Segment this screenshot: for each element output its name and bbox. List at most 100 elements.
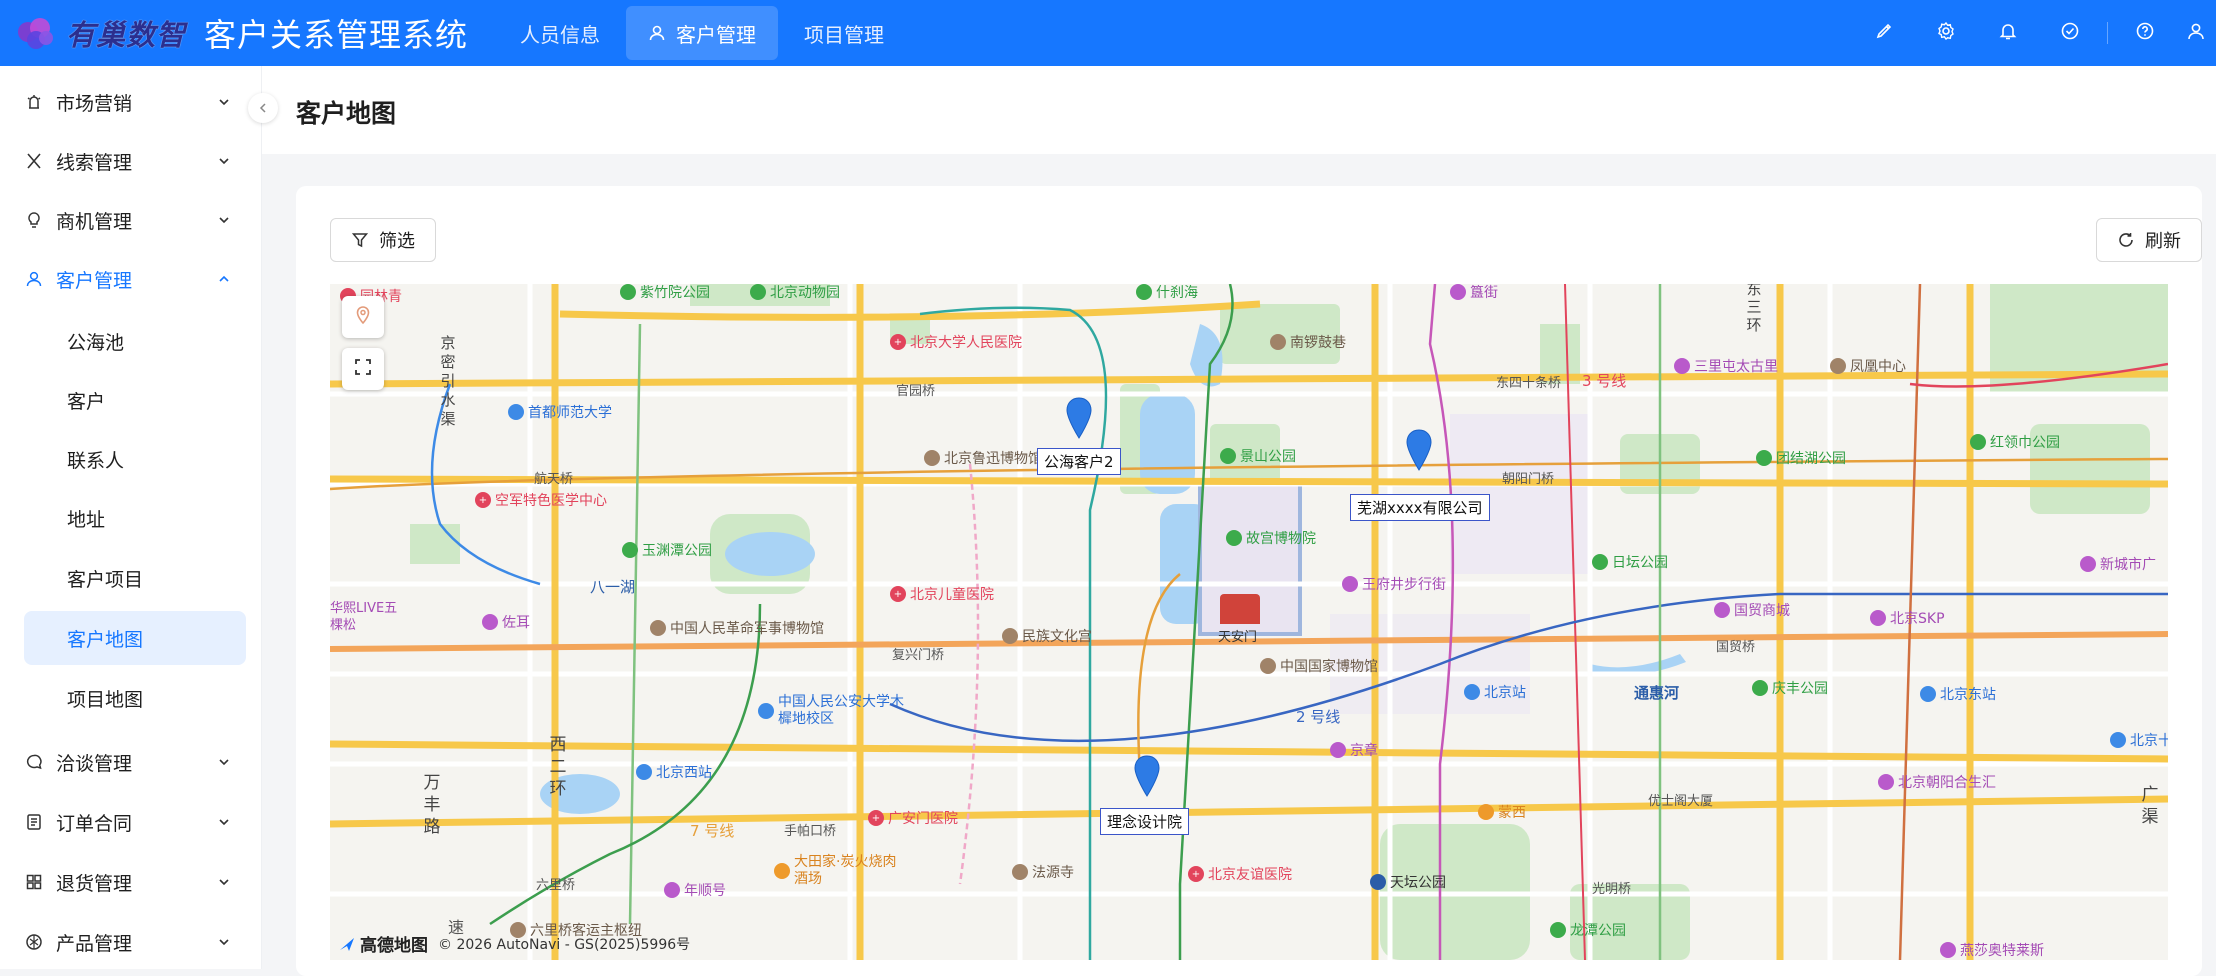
tiananmen-icon <box>1220 594 1260 624</box>
tab-project-management[interactable]: 项目管理 <box>782 6 906 60</box>
sidebar-subitem-address[interactable]: 地址 <box>24 491 246 545</box>
tasks-button[interactable] <box>2039 0 2101 66</box>
poi[interactable]: 北京SKP <box>1870 608 1945 628</box>
poi[interactable]: 紫竹院公园 <box>620 284 710 302</box>
sidebar-item-customers[interactable]: 客户管理 <box>24 251 234 307</box>
poi[interactable]: 庆丰公园 <box>1752 678 1828 698</box>
poi[interactable]: 玉渊潭公园 <box>622 540 712 560</box>
sidebar-item-negotiation[interactable]: 洽谈管理 <box>24 734 234 790</box>
sidebar-item-orders[interactable]: 订单合同 <box>24 794 234 850</box>
sidebar-item-returns[interactable]: 退货管理 <box>24 854 234 910</box>
sidebar-item-marketing[interactable]: 市场营销 <box>24 74 234 130</box>
road-label: 万丰路 <box>423 773 441 837</box>
settings-button[interactable] <box>1915 0 1977 66</box>
poi[interactable]: 龙潭公园 <box>1550 920 1626 940</box>
locate-button[interactable] <box>342 296 384 338</box>
poi[interactable]: 凤凰中心 <box>1830 356 1906 376</box>
submenu-label: 联系人 <box>67 449 125 472</box>
help-button[interactable] <box>2114 0 2176 66</box>
poi[interactable]: 簋街 <box>1450 284 1498 302</box>
sidebar-subitem-customer-projects[interactable]: 客户项目 <box>24 551 246 605</box>
poi[interactable]: 法源寺 <box>1012 862 1074 882</box>
building-label: 优士阁大厦 <box>1648 794 1714 809</box>
tab-personnel[interactable]: 人员信息 <box>498 6 622 60</box>
attribution-text: © 2026 AutoNavi - GS(2025)5996号 <box>438 936 691 953</box>
sidebar-item-products[interactable]: 产品管理 <box>24 914 234 970</box>
poi[interactable]: 王府井步行街 <box>1342 574 1446 594</box>
road-label: 广渠 <box>2141 785 2159 827</box>
poi[interactable]: 年顺号 <box>664 880 726 900</box>
customer-map[interactable]: 园林青 紫竹院公园 北京动物园 什刹海 簋街 +北京大学人民医院 南锣鼓巷 三里… <box>330 284 2168 960</box>
menu-label: 产品管理 <box>56 932 133 955</box>
fullscreen-button[interactable] <box>342 348 384 390</box>
road-label: 手帕口桥 <box>784 824 837 839</box>
poi[interactable]: 国贸商城 <box>1714 600 1790 620</box>
user-menu-button[interactable] <box>2176 0 2216 66</box>
sidebar-subitem-public-pool[interactable]: 公海池 <box>24 314 246 368</box>
poi[interactable]: 什刹海 <box>1136 284 1198 302</box>
poi[interactable]: 北京西站 <box>636 762 712 782</box>
poi[interactable]: 日坛公园 <box>1592 552 1668 572</box>
lake-label: 八一湖 <box>590 578 636 596</box>
subway-label: 3 号线 <box>1582 372 1627 390</box>
map-marker[interactable] <box>1064 396 1094 440</box>
poi[interactable]: 佐耳 <box>482 612 530 632</box>
refresh-button[interactable]: 刷新 <box>2096 218 2202 262</box>
marker-label[interactable]: 芜湖xxxx有限公司 <box>1350 494 1490 521</box>
brush-button[interactable] <box>1853 0 1915 66</box>
poi[interactable]: 大田家·炭火烧肉酒场 <box>774 854 904 888</box>
marker-label[interactable]: 理念设计院 <box>1100 808 1190 835</box>
sidebar-subitem-project-map[interactable]: 项目地图 <box>24 671 246 725</box>
poi[interactable]: + 北京友谊医院 <box>1188 864 1292 884</box>
menu-label: 商机管理 <box>56 210 133 233</box>
poi[interactable]: 北京朝阳合生汇 <box>1878 772 1996 792</box>
sidebar-item-opportunities[interactable]: 商机管理 <box>24 192 234 248</box>
marker-label[interactable]: 公海客户2 <box>1037 448 1121 475</box>
poi[interactable]: 南锣鼓巷 <box>1270 332 1346 352</box>
poi[interactable]: 中国人民公安大学木樨地校区 <box>758 694 908 728</box>
poi[interactable]: 故宫博物院 <box>1226 528 1316 548</box>
sidebar-subitem-customer-map[interactable]: 客户地图 <box>24 611 246 665</box>
gear-icon <box>1936 21 1956 45</box>
product-icon <box>24 932 44 952</box>
poi[interactable]: 蒙西 <box>1478 802 1526 822</box>
tab-customer-management[interactable]: 客户管理 <box>626 6 779 60</box>
poi[interactable]: 民族文化宫 <box>1002 626 1092 646</box>
poi[interactable]: 景山公园 <box>1220 446 1296 466</box>
poi[interactable]: 京章 <box>1330 740 1378 760</box>
poi[interactable]: 中国国家博物馆 <box>1260 656 1378 676</box>
map-marker[interactable] <box>1404 428 1434 472</box>
poi[interactable]: 北京十 <box>2110 730 2168 750</box>
poi[interactable]: + 北京大学人民医院 <box>890 332 1022 352</box>
poi[interactable]: 中国人民革命军事博物馆 <box>650 618 824 638</box>
poi[interactable]: 北京鲁迅博物馆 <box>924 448 1042 468</box>
brush-icon <box>1874 21 1894 45</box>
poi[interactable]: 新城市广 <box>2080 554 2156 574</box>
header-actions <box>1853 0 2216 66</box>
sidebar-item-leads[interactable]: 线索管理 <box>24 133 234 189</box>
app-title: 客户关系管理系统 <box>204 16 469 54</box>
notifications-button[interactable] <box>1977 0 2039 66</box>
subway-label: 7 号线 <box>690 822 735 840</box>
poi[interactable]: + 广安门医院 <box>868 808 958 828</box>
road-label: 六里桥 <box>536 878 576 893</box>
poi[interactable]: 北京东站 <box>1920 684 1996 704</box>
poi[interactable]: 天坛公园 <box>1370 872 1446 892</box>
poi[interactable]: 红领巾公园 <box>1970 432 2060 452</box>
bulb-icon <box>24 210 44 230</box>
poi[interactable]: 燕莎奥特莱斯 <box>1940 940 2044 960</box>
poi[interactable]: 北京动物园 <box>750 284 840 302</box>
collapse-sidebar-button[interactable] <box>248 93 278 123</box>
sidebar-subitem-contacts[interactable]: 联系人 <box>24 432 246 486</box>
poi[interactable]: 三里屯太古里 <box>1674 356 1778 376</box>
poi[interactable]: 北京站 <box>1464 682 1526 702</box>
poi-label: 天安门 <box>1218 630 1258 645</box>
sidebar-subitem-customer[interactable]: 客户 <box>24 373 246 427</box>
poi[interactable]: 团结湖公园 <box>1756 448 1846 468</box>
poi[interactable]: + 空军特色医学中心 <box>475 490 607 510</box>
filter-button[interactable]: 筛选 <box>330 218 436 262</box>
sidebar: 市场营销 线索管理 商机管理 客户管理 公海池 客户 联系人 地址 客户项目 客… <box>0 66 262 969</box>
map-marker[interactable] <box>1132 754 1162 798</box>
poi[interactable]: + 北京儿童医院 <box>890 584 994 604</box>
poi[interactable]: 首都师范大学 <box>508 402 612 422</box>
